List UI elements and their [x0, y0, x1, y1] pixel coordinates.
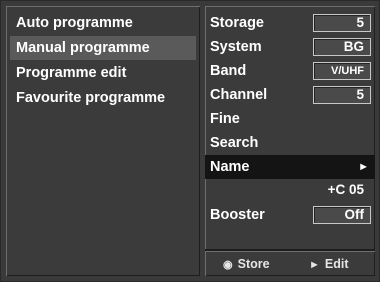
- right-arrow-icon: ►: [358, 161, 369, 173]
- search-label: Search: [210, 135, 259, 151]
- store-label: Store: [237, 257, 270, 271]
- name-row[interactable]: Name ►: [205, 155, 375, 179]
- edit-label: Edit: [324, 257, 349, 271]
- channel-label: Channel: [210, 87, 268, 103]
- button-legend: ◉ Store ► Edit: [205, 252, 375, 276]
- band-label: Band: [210, 63, 247, 79]
- store-hint[interactable]: ◉ Store: [223, 252, 270, 277]
- menu-item-manual-programme[interactable]: Manual programme: [10, 36, 196, 60]
- right-arrow-icon: ►: [309, 259, 320, 271]
- name-label: Name: [210, 159, 250, 175]
- main-menu-panel: Auto programme Manual programme Programm…: [6, 6, 200, 276]
- fine-label: Fine: [210, 111, 240, 127]
- booster-value[interactable]: Off: [313, 206, 371, 224]
- channel-value[interactable]: 5: [313, 86, 371, 104]
- fine-row[interactable]: Fine: [205, 107, 375, 131]
- edit-hint[interactable]: ► Edit: [309, 252, 349, 277]
- manual-programme-panel: Storage 5 System BG Band V/UHF Channel 5…: [205, 6, 375, 276]
- booster-label: Booster: [210, 207, 265, 223]
- menu-item-programme-edit[interactable]: Programme edit: [10, 61, 196, 85]
- menu-item-auto-programme[interactable]: Auto programme: [10, 11, 196, 35]
- circle-button-icon: ◉: [223, 259, 233, 271]
- menu-item-favourite-programme[interactable]: Favourite programme: [10, 86, 196, 110]
- storage-value[interactable]: 5: [313, 14, 371, 32]
- tv-osd-frame: Auto programme Manual programme Programm…: [0, 0, 380, 282]
- search-row[interactable]: Search: [205, 131, 375, 155]
- system-label: System: [210, 39, 262, 55]
- band-value[interactable]: V/UHF: [313, 62, 371, 80]
- system-value[interactable]: BG: [313, 38, 371, 56]
- storage-label: Storage: [210, 15, 264, 31]
- name-value: +C 05: [327, 182, 364, 197]
